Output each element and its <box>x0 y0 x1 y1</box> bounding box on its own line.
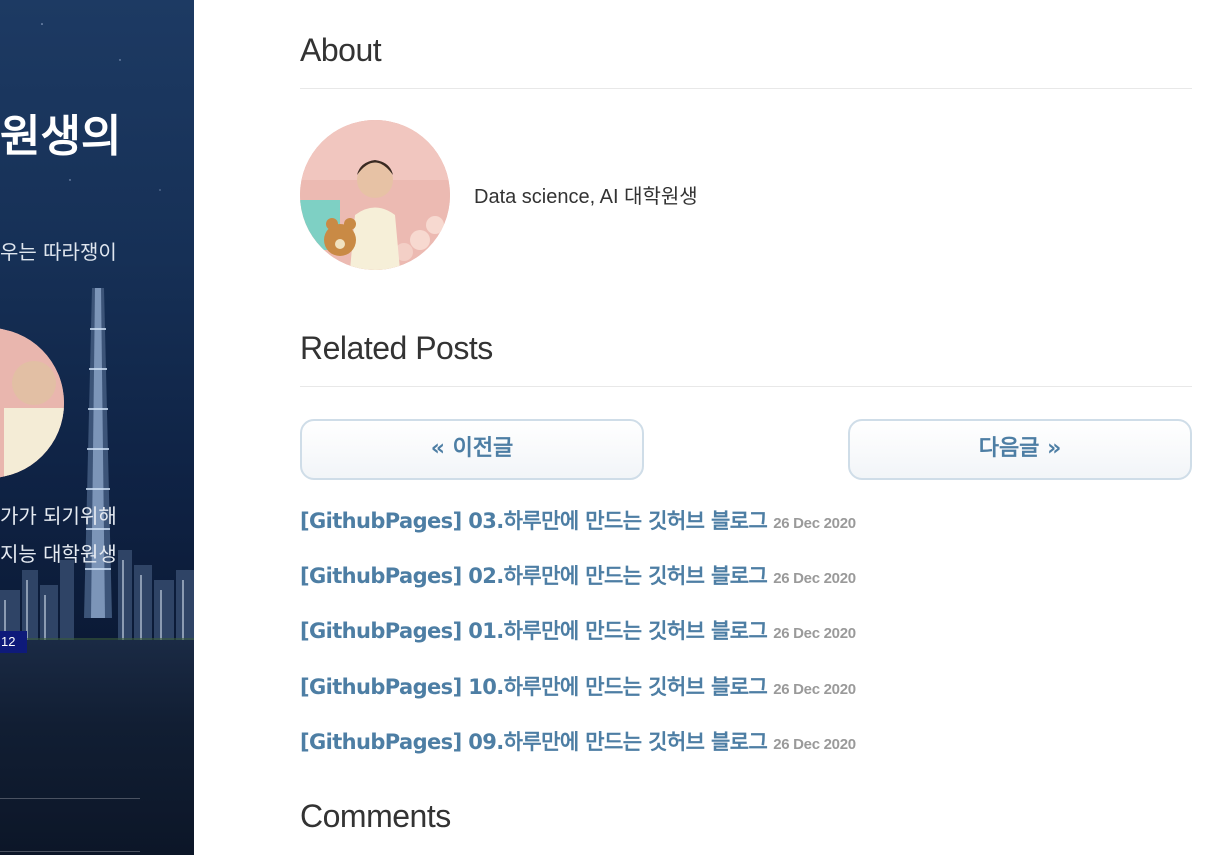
blog-subtitle: 우는 따라쟁이 <box>0 240 117 264</box>
related-post-item: [GithubPages] 09.하루만에 만드는 깃허브 블로그 26 Dec … <box>300 726 856 756</box>
about-heading: About <box>300 32 382 68</box>
related-posts-heading: Related Posts <box>300 330 493 366</box>
related-post-link[interactable]: [GithubPages] 01.하루만에 만드는 깃허브 블로그 <box>300 619 768 643</box>
sidebar-badge: 12 <box>0 631 27 653</box>
river-reflection <box>0 640 194 855</box>
sidebar-divider <box>0 851 140 852</box>
related-post-link[interactable]: [GithubPages] 02.하루만에 만드는 깃허브 블로그 <box>300 564 768 588</box>
related-post-item: [GithubPages] 02.하루만에 만드는 깃허브 블로그 26 Dec … <box>300 560 856 590</box>
sidebar-description-line-1: 가가 되기위해 <box>0 504 117 528</box>
about-description: Data science, AI 대학원생 <box>474 186 698 208</box>
related-post-date: 26 Dec 2020 <box>773 570 856 587</box>
next-post-button[interactable]: 다음글 » <box>848 419 1192 480</box>
comments-heading: Comments <box>300 798 451 834</box>
related-post-date: 26 Dec 2020 <box>773 736 856 753</box>
related-post-item: [GithubPages] 10.하루만에 만드는 깃허브 블로그 26 Dec … <box>300 671 856 701</box>
related-post-date: 26 Dec 2020 <box>773 681 856 698</box>
blog-title: 원생의 <box>0 111 122 162</box>
sidebar-description-line-2: 지능 대학원생 <box>0 542 117 566</box>
about-divider <box>300 88 1192 89</box>
related-post-link[interactable]: [GithubPages] 03.하루만에 만드는 깃허브 블로그 <box>300 509 768 533</box>
related-post-date: 26 Dec 2020 <box>773 515 856 532</box>
related-post-link[interactable]: [GithubPages] 10.하루만에 만드는 깃허브 블로그 <box>300 675 768 699</box>
related-post-item: [GithubPages] 03.하루만에 만드는 깃허브 블로그 26 Dec … <box>300 505 856 535</box>
related-post-item: [GithubPages] 01.하루만에 만드는 깃허브 블로그 26 Dec … <box>300 615 856 645</box>
related-post-link[interactable]: [GithubPages] 09.하루만에 만드는 깃허브 블로그 <box>300 730 768 754</box>
sidebar-divider <box>0 798 140 799</box>
sidebar: 원생의 우는 따라쟁이 가가 되기위해 지능 대학원생 12 <box>0 0 194 855</box>
related-posts-divider <box>300 386 1192 387</box>
author-avatar <box>300 120 450 270</box>
related-post-date: 26 Dec 2020 <box>773 625 856 642</box>
previous-post-button[interactable]: « 이전글 <box>300 419 644 480</box>
